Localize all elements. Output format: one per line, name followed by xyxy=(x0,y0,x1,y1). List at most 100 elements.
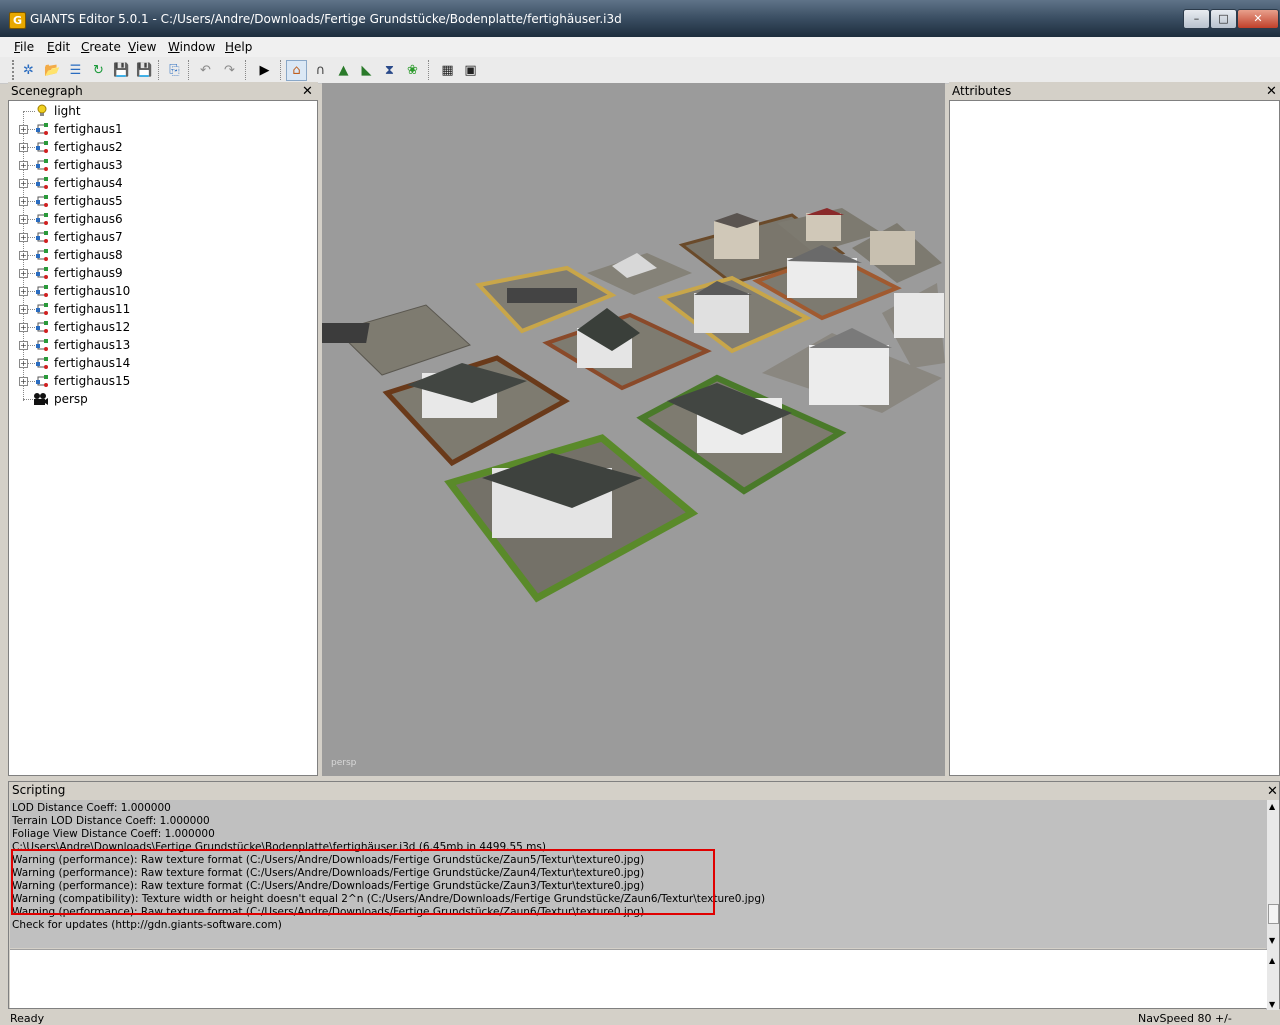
menu-create[interactable]: Create xyxy=(81,40,121,54)
refresh-icon[interactable]: ↻ xyxy=(88,60,109,81)
toolbar-grip[interactable] xyxy=(12,60,17,80)
tree-node[interactable]: + fertighaus13 xyxy=(9,336,309,354)
transform-group-icon xyxy=(36,141,48,153)
tree-node-label: persp xyxy=(54,392,88,406)
tree-node[interactable]: + fertighaus4 xyxy=(9,174,309,192)
terrain-paint-icon[interactable]: ▲ xyxy=(333,60,354,81)
tree-connector xyxy=(27,381,35,382)
tree-node-label: fertighaus13 xyxy=(54,338,131,352)
save-icon[interactable]: 💾 xyxy=(111,60,132,81)
attributes-title: Attributes xyxy=(952,84,1012,98)
tree-connector xyxy=(27,273,35,274)
scripting-title: Scripting xyxy=(12,783,66,797)
toolbar-separator xyxy=(280,60,282,80)
warning-highlight-box xyxy=(11,849,715,915)
tree-node[interactable]: + fertighaus2 xyxy=(9,138,309,156)
scroll-down-icon[interactable]: ▼ xyxy=(1269,936,1275,945)
tree-node[interactable]: + fertighaus3 xyxy=(9,156,309,174)
tree-node-label: fertighaus15 xyxy=(54,374,131,388)
tree-connector xyxy=(27,129,35,130)
scene-render[interactable] xyxy=(322,83,945,776)
scenegraph-header: Scenegraph xyxy=(8,82,318,100)
transform-group-icon xyxy=(36,213,48,225)
attributes-close-icon[interactable]: ✕ xyxy=(1266,85,1277,98)
open-list-icon[interactable]: ☰ xyxy=(65,60,86,81)
play-icon[interactable]: ▶ xyxy=(254,60,275,81)
menu-view[interactable]: View xyxy=(128,40,156,54)
tree-node[interactable]: + fertighaus9 xyxy=(9,264,309,282)
camera-icon xyxy=(34,393,48,405)
transform-group-icon xyxy=(36,159,48,171)
tree-connector xyxy=(27,291,35,292)
redo-icon[interactable]: ↷ xyxy=(219,60,240,81)
tree-node[interactable]: + fertighaus14 xyxy=(9,354,309,372)
input-scroll-down-icon[interactable]: ▼ xyxy=(1269,1000,1275,1009)
transform-group-icon xyxy=(36,303,48,315)
menu-file[interactable]: File xyxy=(14,40,34,54)
scroll-thumb[interactable] xyxy=(1268,904,1279,924)
toolbar: ✲ 📂 ☰ ↻ 💾 💾 ⎘ ↶ ↷ ▶ ⌂ ∩ ▲ ◣ ⧗ ❀ ▦ ▣ xyxy=(0,57,1280,84)
transform-group-icon xyxy=(36,357,48,369)
tree-node[interactable]: + fertighaus12 xyxy=(9,318,309,336)
scripting-scrollbar[interactable]: ▲ ▼ ▲ ▼ xyxy=(1266,800,1279,1010)
tree-connector xyxy=(27,309,35,310)
input-scroll-up-icon[interactable]: ▲ xyxy=(1269,956,1275,965)
foliage-paint-icon[interactable]: ❀ xyxy=(402,60,423,81)
transform-group-icon xyxy=(36,267,48,279)
transform-group-icon xyxy=(36,231,48,243)
import-icon[interactable]: ⎘ xyxy=(164,60,185,81)
tree-node[interactable]: light xyxy=(9,102,309,120)
3d-viewport[interactable]: persp xyxy=(322,83,945,776)
nav-speed-readout: NavSpeed 80 +/- xyxy=(1138,1012,1232,1025)
toolbar-separator xyxy=(245,60,247,80)
close-window-button[interactable]: ✕ xyxy=(1237,9,1279,29)
scroll-up-icon[interactable]: ▲ xyxy=(1269,802,1275,811)
transform-group-icon xyxy=(36,177,48,189)
log-line: Terrain LOD Distance Coeff: 1.000000 xyxy=(12,815,210,827)
toolbar-separator xyxy=(188,60,190,80)
tree-node[interactable]: + fertighaus11 xyxy=(9,300,309,318)
tree-node[interactable]: + fertighaus10 xyxy=(9,282,309,300)
open-icon[interactable]: 📂 xyxy=(42,60,63,81)
tree-node-label: fertighaus4 xyxy=(54,176,123,190)
tree-node-label: fertighaus9 xyxy=(54,266,123,280)
tree-node[interactable]: + fertighaus6 xyxy=(9,210,309,228)
checker-zoom-icon[interactable]: ▣ xyxy=(460,60,481,81)
tree-node[interactable]: + fertighaus7 xyxy=(9,228,309,246)
log-line: Check for updates (http://gdn.giants-sof… xyxy=(12,919,282,931)
terrain-level-icon[interactable]: ⧗ xyxy=(379,60,400,81)
tree-node[interactable]: persp xyxy=(9,390,309,408)
menu-help[interactable]: Help xyxy=(225,40,252,54)
toolbar-separator xyxy=(428,60,430,80)
terrain-sculpt-icon[interactable]: ◣ xyxy=(356,60,377,81)
scenegraph-close-icon[interactable]: ✕ xyxy=(302,85,313,98)
checker-icon[interactable]: ▦ xyxy=(437,60,458,81)
menu-bar: File Edit Create View Window Help xyxy=(0,37,1280,58)
tree-connector xyxy=(27,183,35,184)
tree-node-label: fertighaus2 xyxy=(54,140,123,154)
undo-icon[interactable]: ↶ xyxy=(195,60,216,81)
minimize-button[interactable]: – xyxy=(1183,9,1210,29)
menu-window[interactable]: Window xyxy=(168,40,215,54)
menu-edit[interactable]: Edit xyxy=(47,40,70,54)
tree-node[interactable]: + fertighaus5 xyxy=(9,192,309,210)
script-command-input[interactable] xyxy=(10,949,1267,1008)
tree-node[interactable]: + fertighaus1 xyxy=(9,120,309,138)
tree-connector xyxy=(27,363,35,364)
giants-app-icon: G xyxy=(9,12,26,29)
light-bulb-icon xyxy=(37,104,47,116)
scripting-close-icon[interactable]: ✕ xyxy=(1267,785,1278,798)
tree-node-label: fertighaus7 xyxy=(54,230,123,244)
save-all-icon[interactable]: 💾 xyxy=(134,60,155,81)
new-icon[interactable]: ✲ xyxy=(18,60,39,81)
window-title: GIANTS Editor 5.0.1 - C:/Users/Andre/Dow… xyxy=(30,12,622,26)
tree-node[interactable]: + fertighaus15 xyxy=(9,372,309,390)
magnet-icon[interactable]: ∩ xyxy=(310,60,331,81)
tree-node-label: fertighaus1 xyxy=(54,122,123,136)
tree-node[interactable]: + fertighaus8 xyxy=(9,246,309,264)
house-6 xyxy=(870,231,915,265)
select-tool-icon[interactable]: ⌂ xyxy=(286,60,307,81)
maximize-button[interactable]: □ xyxy=(1210,9,1237,29)
tree-node-label: fertighaus12 xyxy=(54,320,131,334)
status-bar: Ready NavSpeed 80 +/- xyxy=(0,1010,1280,1025)
